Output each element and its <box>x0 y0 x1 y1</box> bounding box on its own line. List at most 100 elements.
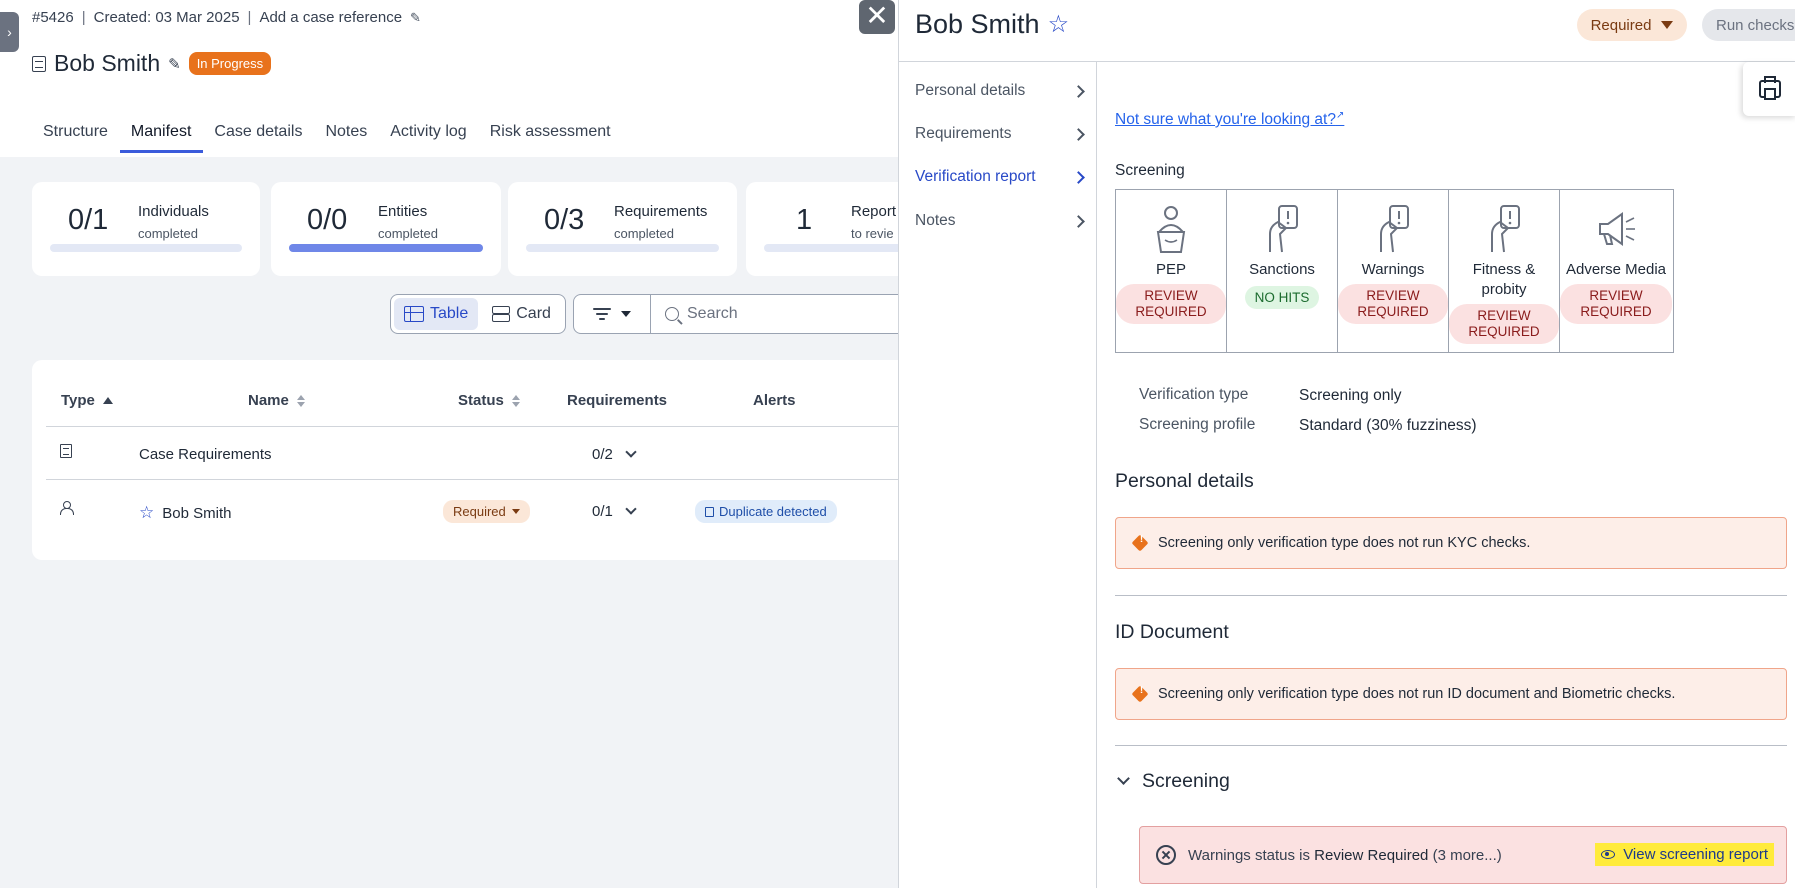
nav-requirements[interactable]: Requirements <box>915 125 1085 143</box>
dropdown-caret-icon <box>621 311 631 317</box>
id-document-heading: ID Document <box>1115 621 1229 643</box>
progress-bar <box>289 244 483 252</box>
tab-risk-assessment[interactable]: Risk assessment <box>479 117 623 153</box>
result-badge: REVIEW REQUIRED <box>1338 284 1448 324</box>
tab-structure[interactable]: Structure <box>32 117 120 153</box>
column-header-requirements: Requirements <box>567 392 668 409</box>
screening-section-toggle[interactable]: Screening <box>1115 770 1230 793</box>
status-dropdown[interactable]: Required <box>1577 9 1687 41</box>
row-name-link[interactable]: ☆ Bob Smith <box>139 503 231 523</box>
tab-case-details[interactable]: Case details <box>203 117 314 153</box>
requirements-expand[interactable]: 0/2 <box>592 446 637 463</box>
print-button[interactable] <box>1743 62 1795 116</box>
separator: | <box>81 9 86 26</box>
check-adverse-media[interactable]: Adverse Media REVIEW REQUIRED <box>1560 190 1672 352</box>
verification-type-label: Verification type <box>1139 386 1249 403</box>
caret-down-icon <box>511 509 520 514</box>
section-divider <box>1115 745 1787 746</box>
separator: | <box>247 9 252 26</box>
stat-sub: completed <box>614 226 674 241</box>
column-header-name[interactable]: Name <box>248 392 305 409</box>
sidebar-expand-button[interactable]: › <box>0 12 19 52</box>
personal-details-heading: Personal details <box>1115 470 1254 492</box>
close-panel-button[interactable]: ✕ <box>859 0 895 34</box>
search-box[interactable] <box>650 294 900 334</box>
stat-card-requirements[interactable]: 0/3 Requirements completed <box>508 182 737 276</box>
chevron-down-icon <box>625 446 637 458</box>
stat-sub: completed <box>378 226 438 241</box>
drawer-nav: Personal details Requirements Verificati… <box>899 62 1097 888</box>
pencil-icon[interactable]: ✎ <box>410 10 421 26</box>
row-name[interactable]: Case Requirements <box>139 446 272 463</box>
add-case-reference-link[interactable]: Add a case reference <box>259 9 402 26</box>
sort-ascending-icon <box>102 397 113 404</box>
stat-value: 1 <box>796 204 813 236</box>
person-podium-icon <box>1156 206 1186 253</box>
view-screening-report-button[interactable]: View screening report <box>1595 843 1774 866</box>
filter-button[interactable] <box>573 294 651 334</box>
edit-pencil-icon[interactable]: ✎ <box>168 55 181 73</box>
column-header-status[interactable]: Status <box>458 392 520 409</box>
run-checks-button[interactable]: Run checks <box>1702 9 1795 41</box>
search-input[interactable] <box>687 305 867 323</box>
requirements-expand[interactable]: 0/1 <box>592 503 637 520</box>
header-divider <box>46 426 900 427</box>
card-view-button[interactable]: Card <box>482 298 561 330</box>
chevron-down-icon <box>1117 772 1130 785</box>
nav-notes[interactable]: Notes <box>915 212 1085 230</box>
alert-more[interactable]: (3 more...) <box>1433 847 1502 864</box>
check-name: Fitness & probity <box>1472 261 1536 298</box>
chevron-down-icon <box>625 503 637 515</box>
tab-notes[interactable]: Notes <box>314 117 379 153</box>
check-name: PEP <box>1155 261 1186 278</box>
tab-activity-log[interactable]: Activity log <box>379 117 478 153</box>
stat-label: Entities <box>378 203 428 220</box>
section-divider <box>1115 595 1787 596</box>
column-header-alerts: Alerts <box>753 392 796 409</box>
caret-down-icon <box>1661 21 1674 29</box>
nav-verification-report[interactable]: Verification report <box>915 168 1085 186</box>
screening-profile-value: Standard (30% fuzziness) <box>1299 417 1477 434</box>
row-status-dropdown[interactable]: Required <box>443 500 530 523</box>
table-view-button[interactable]: Table <box>394 298 479 330</box>
hand-alert-icon <box>1380 205 1409 253</box>
case-title-row: Bob Smith ✎ In Progress <box>32 50 272 77</box>
stat-sub: completed <box>138 226 198 241</box>
help-link[interactable]: Not sure what you're looking at?↗ <box>1115 110 1344 129</box>
row-divider <box>46 479 900 480</box>
case-id: #5426 <box>32 9 74 26</box>
printer-icon <box>1759 76 1781 100</box>
stat-sub: to revie <box>851 226 894 241</box>
star-icon[interactable]: ☆ <box>1048 10 1070 39</box>
nav-label: Notes <box>915 212 956 229</box>
tab-manifest[interactable]: Manifest <box>119 117 204 153</box>
check-fitness-probity[interactable]: Fitness & probity REVIEW REQUIRED <box>1449 190 1560 352</box>
personal-details-alert: Screening only verification type does no… <box>1115 517 1787 569</box>
alert-status: Review Required <box>1314 846 1429 864</box>
stat-card-entities[interactable]: 0/0 Entities completed <box>271 182 501 276</box>
nav-label: Requirements <box>915 125 1012 142</box>
check-pep[interactable]: PEP REVIEW REQUIRED <box>1116 190 1227 352</box>
screening-label: Screening <box>1115 162 1185 179</box>
stat-value: 0/3 <box>544 204 585 236</box>
progress-bar <box>526 244 719 252</box>
stat-card-individuals[interactable]: 0/1 Individuals completed <box>32 182 260 276</box>
error-circle-icon <box>1156 845 1176 865</box>
column-header-label: Name <box>248 392 289 409</box>
alert-text: Screening only verification type does no… <box>1158 686 1676 702</box>
filter-icon <box>593 308 611 320</box>
chevron-right-icon <box>1072 84 1085 98</box>
column-header-type[interactable]: Type <box>61 392 113 409</box>
alert-label: Duplicate detected <box>719 504 827 519</box>
drawer-title: Bob Smith ☆ <box>915 9 1069 40</box>
help-link-text: Not sure what you're looking at? <box>1115 111 1336 129</box>
stat-card-reports[interactable]: 1 Report to revie <box>746 182 900 276</box>
check-sanctions[interactable]: Sanctions NO HITS <box>1227 190 1338 352</box>
star-icon[interactable]: ☆ <box>139 503 154 523</box>
nav-personal-details[interactable]: Personal details <box>915 82 1085 100</box>
check-warnings[interactable]: Warnings REVIEW REQUIRED <box>1338 190 1449 352</box>
alert-prefix: Warnings status is <box>1188 846 1310 864</box>
manifest-table: Type Name Status Requirements Alerts Cas… <box>32 360 900 560</box>
alert-badge[interactable]: Duplicate detected <box>695 500 837 523</box>
check-name: Sanctions <box>1249 261 1315 278</box>
